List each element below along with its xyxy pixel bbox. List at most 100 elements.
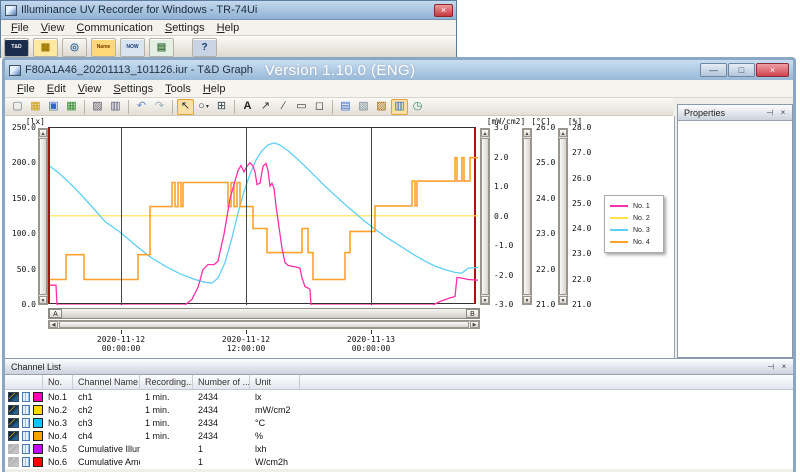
graph-visibility-icon[interactable]	[8, 457, 19, 467]
image-view-icon[interactable]: ▨	[373, 99, 390, 115]
recorder-menu-help[interactable]: Help	[211, 21, 246, 35]
recorder-close-button[interactable]: ×	[434, 4, 453, 17]
graph-visibility-icon[interactable]	[8, 431, 19, 441]
table-visibility-icon[interactable]	[22, 457, 30, 467]
graph-view-icon[interactable]: ▧	[355, 99, 372, 115]
channel-row-no2[interactable]: No.2ch21 min.2434mW/cm2	[5, 403, 793, 416]
column-header-recording[interactable]: Recording...	[140, 375, 193, 389]
channel-row-no4[interactable]: No.4ch41 min.2434%	[5, 429, 793, 442]
close-button[interactable]: ×	[756, 63, 789, 77]
graph-visibility-icon[interactable]	[8, 418, 19, 428]
axis-scrollbar[interactable]: ▲▼	[558, 128, 568, 305]
channel-row-no3[interactable]: No.3ch31 min.2434°C	[5, 416, 793, 429]
scroll-up-icon[interactable]: ▲	[559, 129, 567, 137]
minimize-button[interactable]: —	[700, 63, 727, 77]
time-scrollbar-thumb[interactable]	[59, 321, 469, 328]
graph-titlebar[interactable]: F80A1A46_20201113_101126.iur - T&D Graph…	[5, 60, 793, 80]
column-header-channelname[interactable]: Channel Name	[73, 375, 140, 389]
graph-menu-help[interactable]: Help	[197, 82, 232, 96]
save-file-icon[interactable]: ▣	[45, 99, 62, 115]
monitor-search-icon[interactable]: ◎	[62, 38, 87, 57]
column-header-no[interactable]: No.	[43, 375, 73, 389]
properties-toggle-icon[interactable]: ▥	[391, 99, 408, 115]
zoom-tool-icon[interactable]: ○▾	[195, 99, 212, 115]
table-visibility-icon[interactable]	[22, 405, 30, 415]
open-data-icon[interactable]: ▦	[33, 38, 58, 57]
export-data-icon[interactable]: ▦	[63, 99, 80, 115]
new-file-icon[interactable]: ▢	[9, 99, 26, 115]
device-name-icon[interactable]: Name	[91, 38, 116, 57]
context-help-icon[interactable]: ?	[192, 38, 217, 57]
select-tool-icon[interactable]: ↖	[177, 99, 194, 115]
cursor-a-handle[interactable]: A	[49, 309, 62, 318]
scroll-up-icon[interactable]: ▲	[39, 129, 47, 137]
channel-list-toggle-icon[interactable]: ▤	[337, 99, 354, 115]
undo-icon[interactable]: ↶	[133, 99, 150, 115]
toolbar-separator	[84, 100, 85, 114]
scroll-left-icon[interactable]: ◀	[49, 321, 58, 328]
scroll-right-icon[interactable]: ▶	[470, 321, 479, 328]
axis-scrollbar-thumb[interactable]	[39, 138, 47, 295]
channel-row-no5[interactable]: No.5Cumulative Illumi1lxh	[5, 442, 793, 455]
recorder-titlebar[interactable]: Illuminance UV Recorder for Windows - TR…	[1, 1, 456, 20]
line-annotation-icon[interactable]: ∕	[275, 99, 292, 115]
recorder-menu-settings[interactable]: Settings	[159, 21, 211, 35]
column-header-numberof[interactable]: Number of ...	[193, 375, 250, 389]
open-file-icon[interactable]: ▦	[27, 99, 44, 115]
record-now-icon[interactable]: NOW	[120, 38, 145, 57]
scroll-down-icon[interactable]: ▼	[559, 296, 567, 304]
recorder-menu-view[interactable]: View	[35, 21, 71, 35]
scroll-down-icon[interactable]: ▼	[523, 296, 531, 304]
ab-cursor-bar[interactable]: A B	[48, 308, 480, 319]
cursor-b-handle[interactable]: B	[466, 309, 479, 318]
column-header-unit[interactable]: Unit	[250, 375, 300, 389]
recorder-menu-communication[interactable]: Communication	[70, 21, 158, 35]
table-visibility-icon[interactable]	[22, 392, 30, 402]
axis-scrollbar[interactable]: ▲▼	[38, 128, 48, 305]
channel-list-pin-icon[interactable]: ⊤	[765, 362, 775, 372]
properties-close-icon[interactable]: ×	[778, 108, 788, 118]
recorder-menu-file[interactable]: File	[5, 21, 35, 35]
graph-menu-file[interactable]: File	[11, 82, 41, 96]
graph-visibility-icon[interactable]	[8, 405, 19, 415]
table-visibility-icon[interactable]	[22, 444, 30, 454]
x-tick-mark	[246, 330, 247, 334]
properties-pin-icon[interactable]: ⊤	[764, 108, 774, 118]
rectangle-annotation-icon[interactable]: ▭	[293, 99, 310, 115]
channel-row-no1[interactable]: No.1ch11 min.2434lx	[5, 390, 793, 403]
redo-icon[interactable]: ↷	[151, 99, 168, 115]
graph-visibility-icon[interactable]	[8, 444, 19, 454]
graph-menu-edit[interactable]: Edit	[41, 82, 72, 96]
scroll-up-icon[interactable]: ▲	[481, 129, 489, 137]
copy-image-icon[interactable]: ▨	[89, 99, 106, 115]
time-settings-icon[interactable]: ◷	[409, 99, 426, 115]
scroll-down-icon[interactable]: ▼	[39, 296, 47, 304]
axis-scrollbar[interactable]: ▲▼	[480, 128, 490, 305]
balloon-annotation-icon[interactable]: ◻	[311, 99, 328, 115]
channel-list-close-icon[interactable]: ×	[779, 362, 789, 372]
fit-view-icon[interactable]: ⊞	[213, 99, 230, 115]
copy-view-icon[interactable]: ▥	[107, 99, 124, 115]
graph-menu-view[interactable]: View	[72, 82, 108, 96]
report-settings-icon[interactable]: ▤	[149, 38, 174, 57]
legend-line-swatch	[610, 217, 628, 219]
table-visibility-icon[interactable]	[22, 431, 30, 441]
graph-menu-tools[interactable]: Tools	[159, 82, 197, 96]
axis-scrollbar[interactable]: ▲▼	[522, 128, 532, 305]
graph-menu-settings[interactable]: Settings	[107, 82, 159, 96]
table-visibility-icon[interactable]	[22, 418, 30, 428]
axis-scrollbar-thumb[interactable]	[559, 138, 567, 295]
axis-scrollbar-thumb[interactable]	[481, 138, 489, 295]
tandd-logo-icon[interactable]: T&D	[4, 38, 29, 57]
scroll-up-icon[interactable]: ▲	[523, 129, 531, 137]
channel-row-no6[interactable]: No.6Cumulative Amou1W/cm2h	[5, 455, 793, 468]
scroll-down-icon[interactable]: ▼	[481, 296, 489, 304]
graph-visibility-icon[interactable]	[8, 392, 19, 402]
time-scrollbar[interactable]: ◀ ▶	[48, 320, 480, 329]
arrow-annotation-icon[interactable]: ↗	[257, 99, 274, 115]
text-annotation-icon[interactable]: A	[239, 99, 256, 115]
column-header-icons[interactable]	[5, 375, 43, 389]
axis-scrollbar-thumb[interactable]	[523, 138, 531, 295]
plot-area[interactable]	[48, 127, 476, 304]
maximize-button[interactable]: □	[728, 63, 755, 77]
